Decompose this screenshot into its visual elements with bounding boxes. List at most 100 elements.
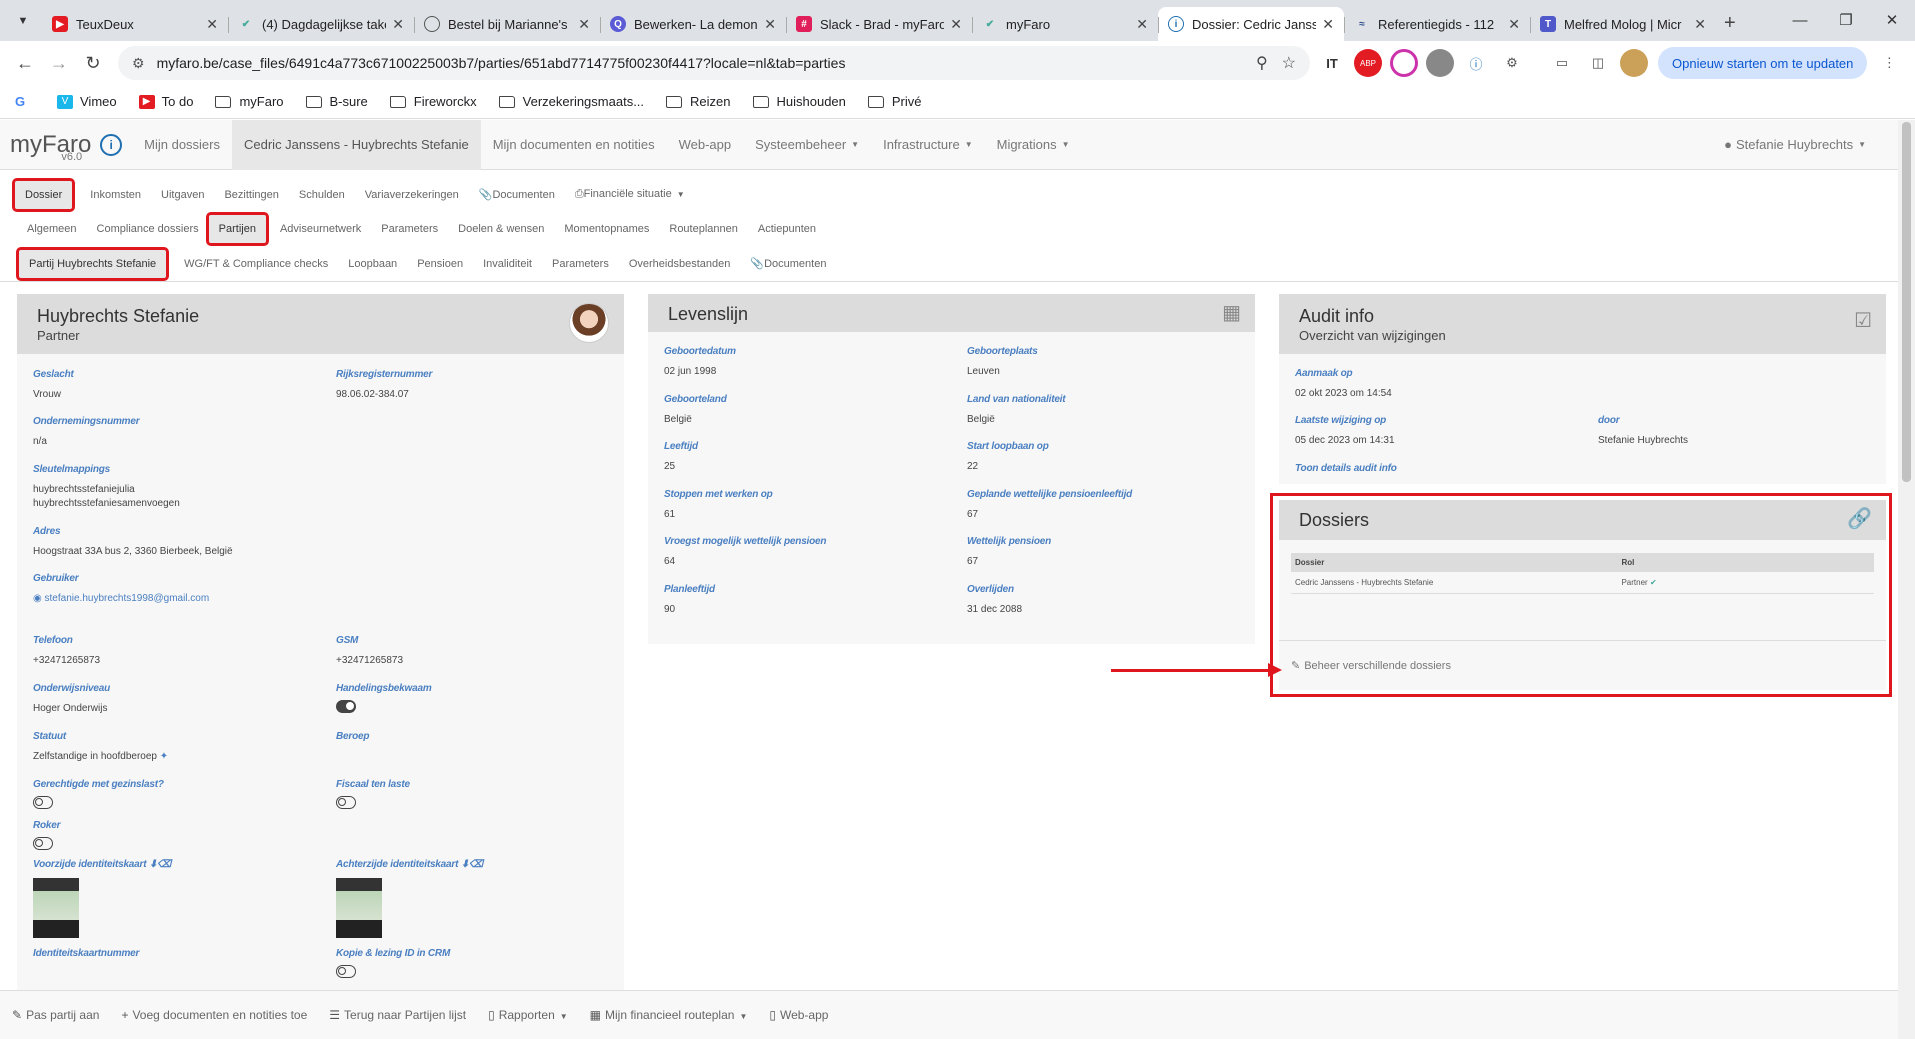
bookmark-folder[interactable]: Fireworckx	[389, 94, 477, 109]
browser-tab-active[interactable]: iDossier: Cedric Janssens✕	[1158, 7, 1344, 41]
reload-icon[interactable]: ↻	[76, 46, 110, 80]
close-tab-icon[interactable]: ✕	[1508, 16, 1520, 33]
tab-partijen[interactable]: Partijen	[205, 212, 269, 246]
subnav-variaverzekeringen[interactable]: Variaverzekeringen	[355, 183, 469, 207]
user-menu[interactable]: ● Stefanie Huybrechts ▼	[1712, 120, 1878, 170]
gezinslast-toggle[interactable]	[33, 796, 53, 809]
bookmark-folder[interactable]: myFaro	[215, 94, 284, 109]
close-tab-icon[interactable]: ✕	[764, 16, 776, 33]
tab-momentopnames[interactable]: Momentopnames	[554, 217, 659, 241]
tab-algemeen[interactable]: Algemeen	[17, 217, 87, 241]
browser-tab[interactable]: Bestel bij Marianne's ✕	[414, 7, 600, 41]
roker-toggle[interactable]	[33, 837, 53, 850]
tab-wgft-compliance[interactable]: WG/FT & Compliance checks	[174, 252, 338, 276]
bookmark-folder[interactable]: B-sure	[305, 94, 368, 109]
browser-tab[interactable]: # Slack - Brad - myFaro ✕	[786, 7, 972, 41]
browser-tab[interactable]: ✔ (4) Dagdagelijkse taken ✕	[228, 7, 414, 41]
page-scrollbar[interactable]	[1898, 120, 1915, 1039]
site-info-icon[interactable]: ⚙	[132, 55, 145, 72]
close-tab-icon[interactable]: ✕	[950, 16, 962, 33]
tab-routeplannen[interactable]: Routeplannen	[659, 217, 748, 241]
tab-parameters[interactable]: Parameters	[371, 217, 448, 241]
browser-tab[interactable]: Q Bewerken- La demons ✕	[600, 7, 786, 41]
forward-icon[interactable]: →	[42, 46, 76, 80]
myfaro-extension-icon[interactable]: ⓘ	[1462, 49, 1490, 77]
nav-mijn-documenten[interactable]: Mijn documenten en notities	[481, 120, 667, 170]
profile-avatar-icon[interactable]	[1620, 49, 1648, 77]
browser-tab[interactable]: T Melfred Molog | Micr ✕	[1530, 7, 1716, 41]
id-card-front-image[interactable]	[33, 878, 79, 938]
tab-adviseurnetwerk[interactable]: Adviseurnetwerk	[270, 217, 371, 241]
tab-pensioen[interactable]: Pensioen	[407, 252, 473, 276]
cast-icon[interactable]: ▭	[1548, 49, 1576, 77]
pas-partij-aan-button[interactable]: ✎ Pas partij aan	[12, 1008, 99, 1022]
subnav-financiele-situatie[interactable]: ⎙Financiële situatie ▼	[565, 182, 695, 207]
web-app-button[interactable]: ▯ Web-app	[769, 1008, 828, 1022]
kopie-id-toggle[interactable]	[336, 965, 356, 978]
close-tab-icon[interactable]: ✕	[1694, 16, 1706, 33]
rapporten-button[interactable]: ▯ Rapporten ▼	[488, 1008, 568, 1022]
close-window-icon[interactable]: ✕	[1869, 0, 1915, 40]
toon-audit-details-link[interactable]: Toon details audit info	[1295, 463, 1397, 474]
tab-parameters-partij[interactable]: Parameters	[542, 252, 619, 276]
fiscaal-toggle[interactable]	[336, 796, 356, 809]
bookmark-todo[interactable]: ▶ To do	[138, 94, 193, 109]
calendar-icon[interactable]: ▦	[1222, 300, 1241, 325]
tab-compliance-dossiers[interactable]: Compliance dossiers	[87, 217, 209, 241]
tab-actiepunten[interactable]: Actiepunten	[748, 217, 826, 241]
tab-search-chevron-icon[interactable]: ▼	[8, 6, 38, 36]
address-bar[interactable]: ⚙ myfaro.be/case_files/6491c4a773c671002…	[118, 46, 1310, 80]
subnav-uitgaven[interactable]: Uitgaven	[151, 183, 214, 207]
scrollbar-thumb[interactable]	[1902, 122, 1911, 482]
erase-icon[interactable]: ⌫	[157, 859, 171, 870]
subnav-bezittingen[interactable]: Bezittingen	[214, 183, 288, 207]
bookmark-folder[interactable]: Huishouden	[752, 94, 846, 109]
close-tab-icon[interactable]: ✕	[578, 16, 590, 33]
new-tab-button[interactable]: +	[1724, 12, 1736, 35]
more-menu-icon[interactable]: ⋮	[1875, 49, 1903, 77]
color-extension-icon[interactable]	[1390, 49, 1418, 77]
bookmark-vimeo[interactable]: V Vimeo	[57, 94, 117, 109]
close-tab-icon[interactable]: ✕	[1136, 16, 1148, 33]
close-tab-icon[interactable]: ✕	[392, 16, 404, 33]
nav-web-app[interactable]: Web-app	[667, 120, 744, 170]
bookmark-folder[interactable]: Reizen	[666, 94, 731, 109]
puzzle-extension-icon[interactable]: ⚙	[1498, 49, 1526, 77]
back-icon[interactable]: ←	[8, 46, 42, 80]
brand-logo[interactable]: myFaro v6.0 i	[0, 120, 132, 170]
subnav-dossier[interactable]: Dossier	[11, 177, 76, 212]
zoom-search-icon[interactable]: ⚲	[1256, 53, 1268, 73]
subnav-inkomsten[interactable]: Inkomsten	[80, 183, 151, 207]
tab-overheidsbestanden[interactable]: Overheidsbestanden	[619, 252, 741, 276]
magic-wand-icon[interactable]: ✦	[160, 751, 168, 762]
financieel-routeplan-button[interactable]: ▦ Mijn financieel routeplan ▼	[590, 1008, 748, 1022]
subnav-documenten[interactable]: 📎Documenten	[469, 182, 565, 207]
gray-extension-icon[interactable]	[1426, 49, 1454, 77]
nav-infrastructure[interactable]: Infrastructure ▼	[871, 120, 985, 170]
update-button[interactable]: Opnieuw starten om te updaten	[1658, 47, 1868, 79]
download-icon[interactable]: ⬇	[461, 859, 469, 870]
bookmark-folder[interactable]: Verzekeringsmaats...	[498, 94, 644, 109]
close-tab-icon[interactable]: ✕	[206, 16, 218, 33]
side-panel-icon[interactable]: ◫	[1584, 49, 1612, 77]
nav-migrations[interactable]: Migrations ▼	[985, 120, 1082, 170]
download-icon[interactable]: ⬇	[149, 859, 157, 870]
voeg-documenten-toe-button[interactable]: + Voeg documenten en notities toe	[121, 1008, 307, 1022]
close-tab-icon[interactable]: ✕	[1322, 16, 1334, 33]
browser-tab[interactable]: ✔ myFaro ✕	[972, 7, 1158, 41]
erase-icon[interactable]: ⌫	[469, 859, 483, 870]
bookmark-star-icon[interactable]: ☆	[1282, 53, 1296, 73]
translate-extension-icon[interactable]: IT	[1318, 49, 1346, 77]
tab-invaliditeit[interactable]: Invaliditeit	[473, 252, 542, 276]
handelingsbekwaam-toggle[interactable]	[336, 700, 356, 713]
browser-tab[interactable]: ≈ Referentiegids - 112 ✕	[1344, 7, 1530, 41]
terug-naar-partijen-button[interactable]: ☰ Terug naar Partijen lijst	[329, 1008, 466, 1022]
calendar-check-icon[interactable]: ☑	[1854, 308, 1872, 333]
bookmark-google[interactable]: G	[12, 94, 35, 109]
restore-icon[interactable]: ❐	[1823, 0, 1869, 40]
gebruiker-email-link[interactable]: stefanie.huybrechts1998@gmail.com	[45, 593, 210, 604]
bookmark-folder[interactable]: Privé	[867, 94, 922, 109]
tab-loopbaan[interactable]: Loopbaan	[338, 252, 407, 276]
subnav-schulden[interactable]: Schulden	[289, 183, 355, 207]
tab-doelen-wensen[interactable]: Doelen & wensen	[448, 217, 554, 241]
